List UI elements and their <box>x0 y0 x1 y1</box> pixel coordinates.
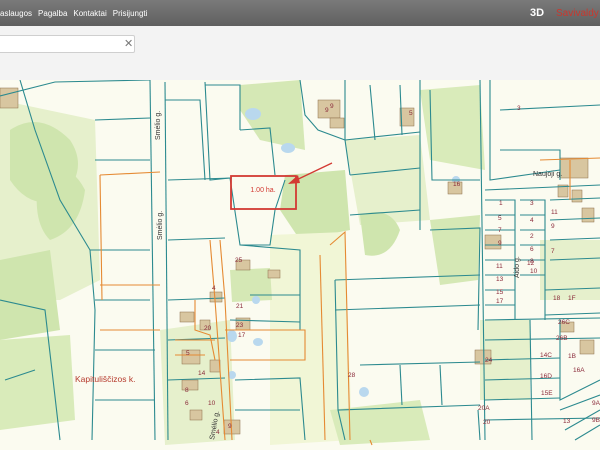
parcel-number: 16A <box>573 367 585 374</box>
road-name: Naujoji g. <box>533 171 562 178</box>
parcel-number: 3 <box>517 105 521 112</box>
nav-item-kontaktai[interactable]: Kontaktai <box>73 9 106 18</box>
parcel-number: 21 <box>236 303 244 310</box>
search-input[interactable] <box>0 35 135 53</box>
parcel-number: 25 <box>235 257 243 264</box>
map-canvas[interactable]: 1.00 ha. 9 5 3 16 1 3 4 5 7 9 11 13 15 1… <box>0 80 600 450</box>
parcel-number: 4 <box>530 217 534 224</box>
road-name: Smėlio g. <box>155 111 162 140</box>
parcel-number: 1B <box>568 353 576 360</box>
parcel-number: 7 <box>498 227 502 234</box>
parcel-number: 6 <box>185 400 189 407</box>
parcel-number: 9 <box>498 240 502 247</box>
parcel-number: 28 <box>348 372 356 379</box>
parcel-number: 16 <box>453 181 461 188</box>
parcel-number: 13 <box>563 418 571 425</box>
parcel-number: 14C <box>540 352 552 359</box>
parcel-number: 11 <box>496 263 503 270</box>
parcel-number: 9 <box>228 423 232 430</box>
parcel-number: 13 <box>496 276 504 283</box>
cadastral-map[interactable]: 1.00 ha. 9 5 3 16 1 3 4 5 7 9 11 13 15 1… <box>0 80 600 450</box>
parcel-number: 20A <box>478 405 490 412</box>
parcel-number: 24 <box>485 357 493 364</box>
parcel-number: 15E <box>541 390 553 397</box>
close-icon[interactable]: ✕ <box>124 37 133 50</box>
parcel-number: 15 <box>496 289 504 296</box>
parcel-number: 5 <box>409 110 413 117</box>
nav-item-pagalba[interactable]: Pagalba <box>38 9 67 18</box>
parcel-number: 12 <box>527 260 535 267</box>
parcel-number: 26C <box>558 319 570 326</box>
parcel-number: 6 <box>530 246 534 253</box>
nav-item-paslaugos[interactable]: aslaugos <box>0 9 32 18</box>
3d-view-button[interactable]: 3D <box>530 7 544 19</box>
parcel-number: 4 <box>212 285 216 292</box>
parcel-number: 10 <box>530 268 538 275</box>
parcel-number: 9B <box>592 417 600 424</box>
parcel-number: 3 <box>530 200 534 207</box>
nav-item-prisijungti[interactable]: Prisijungti <box>113 9 148 18</box>
top-navigation-bar: aslaugos Pagalba Kontaktai Prisijungti 3… <box>0 0 600 26</box>
parcel-number: 1 <box>499 200 503 207</box>
parcel-number: 20 <box>204 325 212 332</box>
parcel-number: 1F <box>568 295 576 302</box>
nav-menu: aslaugos Pagalba Kontaktai Prisijungti <box>0 0 147 26</box>
parcel-number: 9 <box>551 223 555 230</box>
parcel-number: 7 <box>551 248 555 255</box>
village-label: Kapituliščizos k. <box>75 374 135 384</box>
parcel-number: 9 <box>330 103 334 110</box>
parcel-number: 11 <box>551 209 558 216</box>
parcel-number: 26B <box>556 335 568 342</box>
parcel-number: 17 <box>496 298 504 305</box>
area-label: 1.00 ha. <box>250 187 275 194</box>
parcel-number: 23 <box>236 322 244 329</box>
parcel-number: 10 <box>208 400 216 407</box>
road-name: Aido g. <box>514 256 521 278</box>
brand-title: Savivaldy <box>556 8 599 19</box>
parcel-number: 18 <box>553 295 561 302</box>
parcel-number: 2 <box>530 233 534 240</box>
parcel-number: 5 <box>498 215 502 222</box>
parcel-number: 9A <box>592 400 600 407</box>
parcel-number: 14 <box>198 370 206 377</box>
parcel-number: 5 <box>186 350 190 357</box>
road-name: Smėlio g. <box>157 211 164 240</box>
parcel-number: 9 <box>325 107 329 114</box>
parcel-number: 20 <box>483 419 491 426</box>
parcel-number: 17 <box>238 332 246 339</box>
parcel-number: 16D <box>540 373 552 380</box>
parcel-number: 8 <box>185 387 189 394</box>
